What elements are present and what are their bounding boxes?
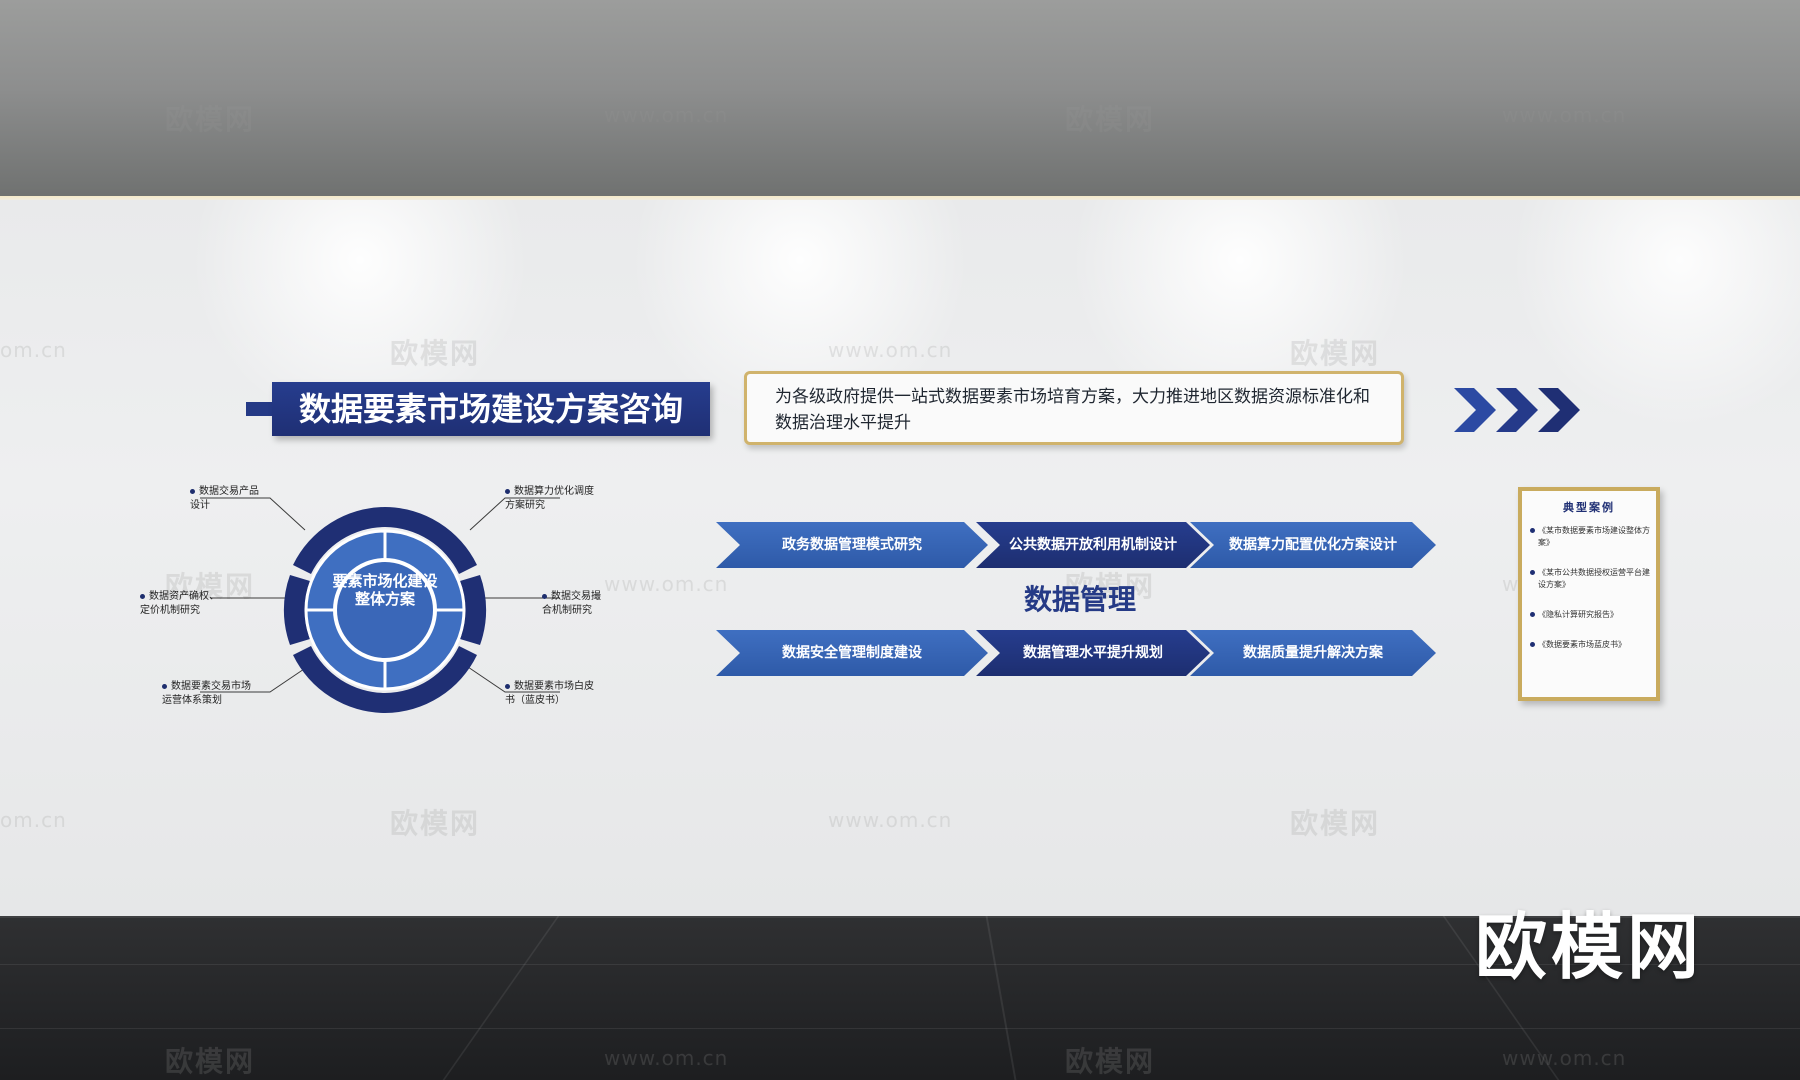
watermark-url: www.om.cn [604, 572, 729, 596]
process-step-arrow: 政务数据管理模式研究 [716, 522, 988, 568]
circle-center-label: 要素市场化建设整体方案 [332, 572, 438, 608]
case-item: 《隐私计算研究报告》 [1530, 609, 1650, 621]
watermark-logo: 欧模网 [1290, 807, 1381, 840]
watermark-url: www.om.cn [828, 808, 953, 832]
bullet-icon [505, 683, 510, 689]
process-step-arrow: 数据质量提升解决方案 [1190, 630, 1436, 676]
watermark-url: www.om.cn [1502, 103, 1627, 127]
bullet-icon [542, 593, 547, 599]
watermark-url: www.om.cn [1502, 1046, 1627, 1070]
watermark-logo: 欧模网 [390, 337, 481, 370]
bullet-icon [505, 488, 510, 494]
brand-logo: 欧模网 [1475, 905, 1704, 989]
watermark-logo: 欧模网 [1290, 337, 1381, 370]
watermark-logo: 欧模网 [1065, 103, 1156, 136]
bullet-icon [162, 683, 167, 689]
bullet-icon [190, 488, 195, 494]
process-step-arrow: 数据安全管理制度建设 [716, 630, 988, 676]
cases-title: 典型案例 [1563, 501, 1615, 514]
typical-cases-frame: 典型案例 《某市数据要素市场建设整体方案》 《某市公共数据授权运营平台建设方案》… [1518, 487, 1660, 701]
circle-item-label: 数据交易产品设计 [190, 486, 259, 511]
process-step-arrow: 数据管理水平提升规划 [976, 630, 1210, 676]
circle-item-label: 数据交易撮合机制研究 [542, 591, 601, 616]
watermark-url: www.om.cn [604, 103, 729, 127]
watermark-logo: 欧模网 [165, 103, 256, 136]
circle-item-label: 数据要素市场白皮书（蓝皮书） [505, 681, 594, 706]
watermark-logo: 欧模网 [1065, 1045, 1156, 1078]
case-item: 《数据要素市场蓝皮书》 [1530, 639, 1650, 651]
circle-item-label: 数据资产确权、定价机制研究 [140, 591, 219, 616]
process-step-arrow: 公共数据开放利用机制设计 [976, 522, 1210, 568]
watermark-url: om.cn [0, 808, 67, 832]
watermark-logo: 欧模网 [165, 1045, 256, 1078]
watermark-url: www.om.cn [604, 1046, 729, 1070]
watermark-url: om.cn [0, 338, 67, 362]
watermark-url: www.om.cn [828, 338, 953, 362]
case-item: 《某市公共数据授权运营平台建设方案》 [1530, 568, 1650, 589]
chevron-arrows-icon [1454, 388, 1580, 432]
process-step-arrow: 数据算力配置优化方案设计 [1190, 522, 1436, 568]
ceiling [0, 0, 1800, 198]
circle-item-label: 数据要素交易市场运营体系策划 [162, 681, 251, 706]
process-title: 数据管理 [1023, 583, 1136, 616]
circle-item-label: 数据算力优化调度方案研究 [505, 486, 594, 511]
description-text: 为各级政府提供一站式数据要素市场培育方案，大力推进地区数据资源标准化和数据治理水… [775, 387, 1370, 433]
bullet-icon [140, 593, 145, 599]
main-title: 数据要素市场建设方案咨询 [272, 382, 710, 436]
watermark-logo: 欧模网 [390, 807, 481, 840]
cases-list: 《某市数据要素市场建设整体方案》 《某市公共数据授权运营平台建设方案》 《隐私计… [1522, 525, 1656, 651]
case-item: 《某市数据要素市场建设整体方案》 [1530, 526, 1650, 547]
circle-diagram [283, 507, 487, 713]
description-box: 为各级政府提供一站式数据要素市场培育方案，大力推进地区数据资源标准化和数据治理水… [744, 371, 1404, 445]
